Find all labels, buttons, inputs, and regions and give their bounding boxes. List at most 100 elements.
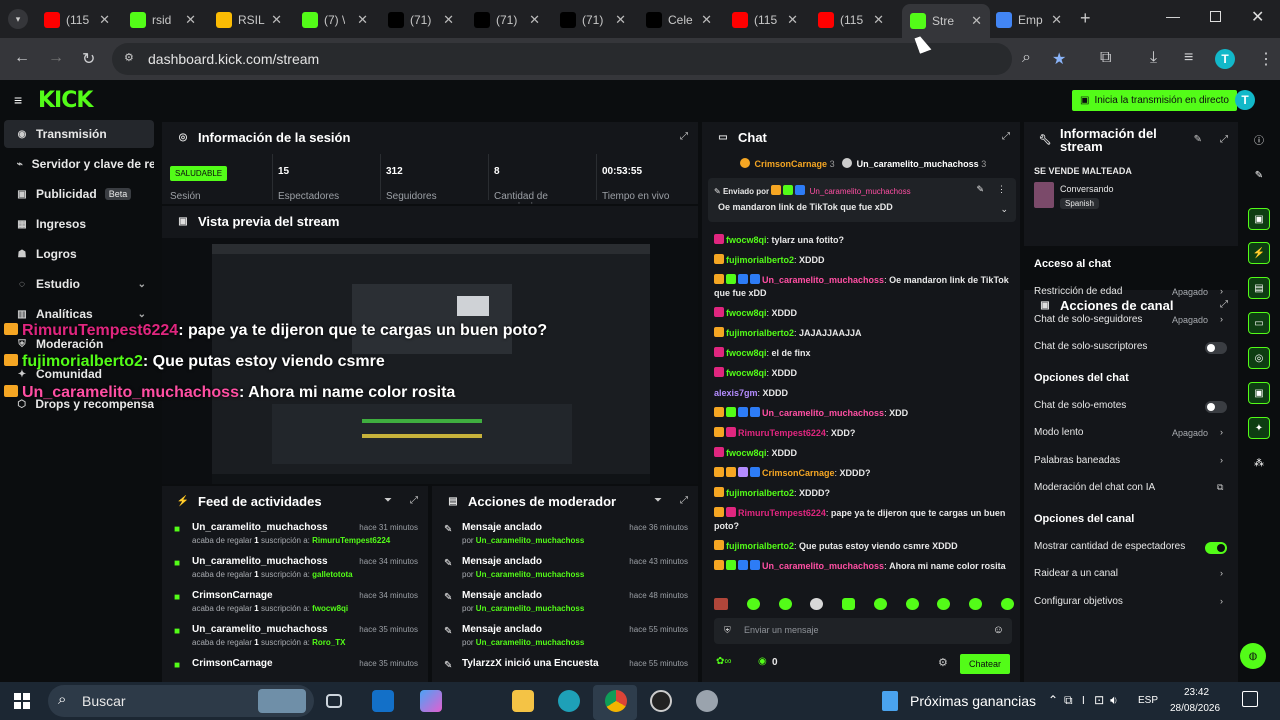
activity-feed-item[interactable]: ■ CrimsonCarnage hace 35 minutos <box>162 652 428 682</box>
chat-username[interactable]: fwocw8qi <box>726 348 767 358</box>
browser-tab[interactable]: (71) ✕ <box>552 6 634 34</box>
chat-username[interactable]: CrimsonCarnage <box>762 468 835 478</box>
browser-tab[interactable]: (71) ✕ <box>380 6 462 34</box>
channel-setting-label[interactable]: Chat de solo-suscriptores <box>1034 341 1147 352</box>
emote-icon[interactable] <box>842 598 856 610</box>
browser-tab[interactable]: Cele ✕ <box>638 6 720 34</box>
channel-setting-label[interactable]: Configurar objetivos <box>1034 596 1123 607</box>
feed-target[interactable]: Roro_TX <box>312 638 345 647</box>
edge-icon[interactable] <box>558 690 580 712</box>
activity-feed-item[interactable]: ■ Un_caramelito_muchachoss hace 35 minutos… <box>162 618 428 652</box>
sidebar-item[interactable]: ▦ Ingresos <box>4 210 154 238</box>
feed-target[interactable]: fwocw8qi <box>312 604 348 613</box>
emoji-icon[interactable]: ☺ <box>993 624 1004 636</box>
app-icon[interactable] <box>696 690 718 712</box>
channel-setting-label[interactable]: Chat de solo-emotes <box>1034 400 1126 411</box>
chat-username[interactable]: Un_caramelito_muchachoss <box>762 561 884 571</box>
browser-tab[interactable]: Emp ✕ <box>988 6 1070 34</box>
tab-close-icon[interactable]: ✕ <box>443 12 454 28</box>
edit-icon[interactable]: ✎ <box>1248 164 1270 186</box>
shield-icon[interactable]: ⛨ <box>724 625 731 636</box>
reload-icon[interactable]: ↻ <box>82 49 95 69</box>
more-icon[interactable]: ⋮ <box>997 184 1006 195</box>
chat-settings-icon[interactable]: ⚙ <box>938 656 948 669</box>
extensions-icon[interactable]: ⧉ <box>1100 49 1111 67</box>
site-info-icon[interactable]: ⚙ <box>124 51 134 64</box>
bookmark-star-icon[interactable]: ★ <box>1052 49 1066 69</box>
target-icon[interactable]: ◎ <box>1248 347 1270 369</box>
unpin-icon[interactable]: ✎ <box>976 184 984 195</box>
maximize-button[interactable] <box>1210 11 1221 22</box>
support-icon[interactable]: ◍ <box>1240 643 1266 669</box>
chat-message[interactable]: RimuruTempest6224: XDD? <box>714 427 1010 440</box>
expand-icon[interactable]: ⤢ <box>410 495 418 506</box>
chat-message[interactable]: fujimorialberto2: XDDD <box>714 254 1010 267</box>
top-chatter-1[interactable]: CrimsonCarnage <box>755 159 828 169</box>
close-window-button[interactable]: ✕ <box>1251 7 1264 27</box>
sidebar-item[interactable]: ◉ Transmisión <box>4 120 154 148</box>
chat-message[interactable]: alexis7gm: XDDD <box>714 387 1010 400</box>
tab-close-icon[interactable]: ✕ <box>529 12 540 28</box>
forward-icon[interactable]: → <box>48 49 64 67</box>
chat-message[interactable]: RimuruTempest6224: pape ya te dijeron qu… <box>714 507 1010 533</box>
tab-search-button[interactable]: ▾ <box>8 9 28 29</box>
channel-setting-label[interactable]: Moderación del chat con IA <box>1034 482 1155 493</box>
setting-value[interactable]: Apagado <box>1172 428 1208 438</box>
tab-close-icon[interactable]: ✕ <box>873 12 884 28</box>
browser-tab[interactable]: (115 ✕ <box>36 6 118 34</box>
tray-icons[interactable]: ⌃⧉⏽⊡🔉︎ <box>1048 693 1124 708</box>
tab-close-icon[interactable]: ✕ <box>185 12 196 28</box>
feed-target[interactable]: RimuruTempest6224 <box>312 536 390 545</box>
mod-action-user[interactable]: Un_caramelito_muchachoss <box>476 570 585 579</box>
clock-date[interactable]: 28/08/2026 <box>1170 703 1220 714</box>
go-live-button[interactable]: ▣ Inicia la transmisión en directo <box>1072 90 1237 111</box>
channel-setting-label[interactable]: Modo lento <box>1034 427 1083 438</box>
send-chat-button[interactable]: Chatear <box>960 654 1010 674</box>
chat-username[interactable]: RimuruTempest6224 <box>738 508 826 518</box>
kick-logo[interactable]: KICK <box>38 88 93 113</box>
filter-icon[interactable]: ⏷ <box>654 495 662 506</box>
mod-action-item[interactable]: ✎ TylarzzX inició una Encuesta hace 55 min… <box>432 652 698 682</box>
chat-message[interactable]: CrimsonCarnage: XDDD? <box>714 467 1010 480</box>
chat-username[interactable]: alexis7gm <box>714 388 758 398</box>
chat-username[interactable]: Un_caramelito_muchachoss <box>762 275 884 285</box>
edit-icon[interactable]: ✎ <box>1194 134 1202 145</box>
tab-close-icon[interactable]: ✕ <box>1051 12 1062 28</box>
clock-time[interactable]: 23:42 <box>1184 687 1209 698</box>
chat-username[interactable]: RimuruTempest6224 <box>738 428 826 438</box>
chat-username[interactable]: fwocw8qi <box>726 235 767 245</box>
wrench-icon[interactable]: ✦ <box>1248 417 1270 439</box>
users-icon[interactable]: ✿∞ <box>716 656 732 667</box>
chat-message[interactable]: fwocw8qi: XDDD <box>714 307 1010 320</box>
emote-icon[interactable] <box>714 598 728 610</box>
chat-username[interactable]: fwocw8qi <box>726 308 767 318</box>
emote-icon[interactable] <box>873 598 887 610</box>
emote-icon[interactable] <box>746 598 760 610</box>
chat-username[interactable]: fujimorialberto2 <box>726 488 794 498</box>
minimize-button[interactable]: — <box>1166 8 1180 24</box>
expand-icon[interactable]: ⤢ <box>680 495 688 506</box>
chat-message[interactable]: fujimorialberto2: XDDD? <box>714 487 1010 500</box>
chat-username[interactable]: fujimorialberto2 <box>726 541 794 551</box>
mod-action-item[interactable]: ✎ Mensaje anclado hace 43 minutos por Un_ca… <box>432 550 698 584</box>
expand-icon[interactable]: ⤢ <box>1220 134 1228 145</box>
mod-action-item[interactable]: ✎ Mensaje anclado hace 48 minutos por Un_ca… <box>432 584 698 618</box>
browser-tab[interactable]: (7) \ ✕ <box>294 6 376 34</box>
emote-icon[interactable] <box>937 598 951 610</box>
chat-username[interactable]: fujimorialberto2 <box>726 328 794 338</box>
mod-action-item[interactable]: ✎ Mensaje anclado hace 55 minutos por Un_ca… <box>432 618 698 652</box>
mod-action-item[interactable]: ✎ Mensaje anclado hace 36 minutos por Un_ca… <box>432 516 698 550</box>
users-icon[interactable]: ⁂ <box>1248 452 1270 474</box>
browser-tab[interactable]: RSIL ✕ <box>208 6 290 34</box>
tab-close-icon[interactable]: ✕ <box>271 12 282 28</box>
back-icon[interactable]: ← <box>14 49 30 67</box>
channel-setting-label[interactable]: Mostrar cantidad de espectadores <box>1034 541 1185 552</box>
chat-message[interactable]: fujimorialberto2: Que putas estoy viendo… <box>714 540 1010 553</box>
panel-icon[interactable]: ▣ <box>1248 208 1270 230</box>
chat-username[interactable]: Un_caramelito_muchachoss <box>762 408 884 418</box>
windows-start-icon[interactable] <box>14 693 30 709</box>
setting-value[interactable]: Apagado <box>1172 287 1208 297</box>
chat-message[interactable]: fwocw8qi: XDDD <box>714 447 1010 460</box>
mod-action-user[interactable]: Un_caramelito_muchachoss <box>476 604 585 613</box>
emote-icon[interactable] <box>810 598 824 610</box>
